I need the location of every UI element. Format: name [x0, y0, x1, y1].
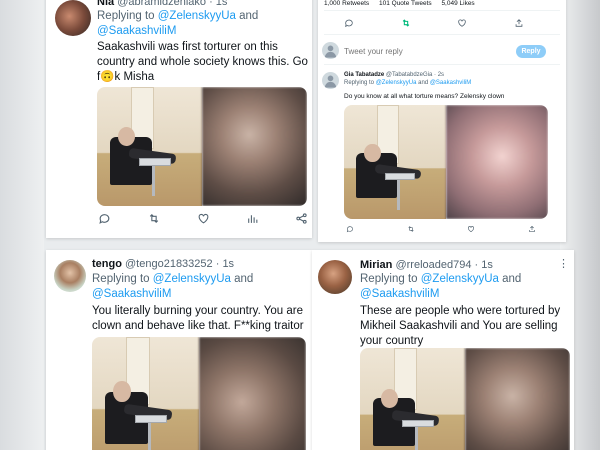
display-name[interactable]: Mirian: [360, 259, 392, 271]
tweet-media[interactable]: [97, 87, 307, 206]
share-icon[interactable]: [295, 212, 308, 225]
share-icon[interactable]: [528, 225, 536, 233]
more-options-icon[interactable]: ⋮: [558, 259, 569, 270]
handle[interactable]: @TabatabdzeGia: [386, 72, 432, 78]
handle[interactable]: @abramidzenlako: [117, 0, 206, 8]
tweet-header: Mirian @rreloaded794 · 1s: [360, 259, 493, 271]
display-name[interactable]: tengo: [92, 258, 122, 270]
like-icon[interactable]: [467, 225, 475, 233]
avatar[interactable]: [54, 260, 86, 292]
media-photo: [97, 87, 202, 206]
timestamp[interactable]: · 1s: [216, 258, 234, 270]
reply-input[interactable]: [344, 45, 484, 57]
like-count[interactable]: 5,049 Likes: [441, 0, 474, 7]
media-photo: [344, 105, 446, 219]
reply-icon[interactable]: [98, 212, 111, 225]
reply-media[interactable]: [344, 105, 548, 219]
tweet-header: Nia @abramidzenlako · 1s: [97, 0, 227, 8]
timestamp[interactable]: · 1s: [475, 259, 493, 271]
tweet-card-mirian: Mirian @rreloaded794 · 1s ⋮ Replying to …: [312, 250, 574, 450]
tweet-media[interactable]: [360, 348, 570, 450]
retweet-icon[interactable]: [401, 18, 411, 28]
mention-saakashvili[interactable]: @SaakashviliM: [92, 288, 171, 300]
replying-to: Replying to @ZelenskyyUa and @Saakashvil…: [92, 273, 254, 300]
media-photo: [92, 337, 199, 450]
handle[interactable]: @rreloaded794: [395, 259, 471, 271]
reply-icon[interactable]: [344, 18, 354, 28]
tweet-text: These are people who were tortured by Mi…: [360, 305, 561, 347]
engagement-stats: 1,000 Retweets 101 Quote Tweets 5,049 Li…: [324, 0, 475, 7]
mention-zelenskyy[interactable]: @ZelenskyyUa: [153, 273, 231, 285]
analytics-icon[interactable]: [246, 212, 259, 225]
media-blurred-photo: [202, 87, 307, 206]
tweet-actions: [344, 17, 524, 29]
tweet-text: You literally burning your country. You …: [92, 305, 304, 332]
reply-button[interactable]: Reply: [516, 45, 546, 58]
media-blurred-photo: [446, 105, 548, 219]
tweet-card-tengo: tengo @tengo21833252 · 1s Replying to @Z…: [46, 250, 312, 450]
timestamp[interactable]: · 2s: [434, 72, 444, 78]
avatar[interactable]: [318, 260, 352, 294]
replying-to: Replying to @ZelenskyyUa and @Saakashvil…: [360, 273, 522, 300]
like-icon[interactable]: [197, 212, 210, 225]
current-user-avatar[interactable]: [322, 42, 339, 59]
share-icon[interactable]: [514, 18, 524, 28]
tweet-text: Saakashvili was first torturer on this c…: [97, 41, 308, 83]
mention-saakashvili[interactable]: @SaakashviliM: [430, 80, 471, 86]
tweet-detail-panel: 1,000 Retweets 101 Quote Tweets 5,049 Li…: [318, 0, 566, 242]
mention-zelenskyy[interactable]: @ZelenskyyUa: [158, 10, 236, 22]
media-blurred-photo: [199, 337, 306, 450]
mention-zelenskyy[interactable]: @ZelenskyyUa: [376, 80, 417, 86]
reply-header: Gia Tabatadze @TabatabdzeGia · 2s: [344, 72, 444, 78]
reply-avatar[interactable]: [322, 72, 339, 89]
default-user-icon: [324, 45, 337, 58]
tweet-media[interactable]: [92, 337, 306, 450]
like-icon[interactable]: [457, 18, 467, 28]
default-user-icon: [324, 75, 337, 88]
retweet-icon[interactable]: [147, 212, 161, 225]
media-blurred-photo: [465, 348, 570, 450]
timestamp[interactable]: · 1s: [209, 0, 227, 8]
mention-zelenskyy[interactable]: @ZelenskyyUa: [421, 273, 499, 285]
replying-to: Replying to @ZelenskyyUa and @Saakashvil…: [97, 10, 259, 37]
display-name[interactable]: Nia: [97, 0, 114, 8]
background-blur-left: [0, 0, 44, 450]
handle[interactable]: @tengo21833252: [125, 258, 213, 270]
display-name[interactable]: Gia Tabatadze: [344, 72, 384, 78]
quote-count[interactable]: 101 Quote Tweets: [379, 0, 432, 7]
reply-text: Do you know at all what torture means? Z…: [344, 93, 505, 100]
retweet-count[interactable]: 1,000 Retweets: [324, 0, 369, 7]
tweet-header: tengo @tengo21833252 · 1s: [92, 258, 234, 270]
reply-actions: [346, 224, 536, 234]
retweet-icon[interactable]: [407, 225, 415, 233]
mention-saakashvili[interactable]: @SaakashviliM: [97, 25, 176, 37]
avatar[interactable]: [55, 0, 91, 36]
replying-to: Replying to @ZelenskyyUa and @Saakashvil…: [344, 80, 472, 86]
media-photo: [360, 348, 465, 450]
tweet-actions: [98, 210, 308, 226]
tweet-card-nia: Nia @abramidzenlako · 1s Replying to @Ze…: [46, 0, 312, 238]
reply-icon[interactable]: [346, 225, 354, 233]
mention-saakashvili[interactable]: @SaakashviliM: [360, 288, 439, 300]
